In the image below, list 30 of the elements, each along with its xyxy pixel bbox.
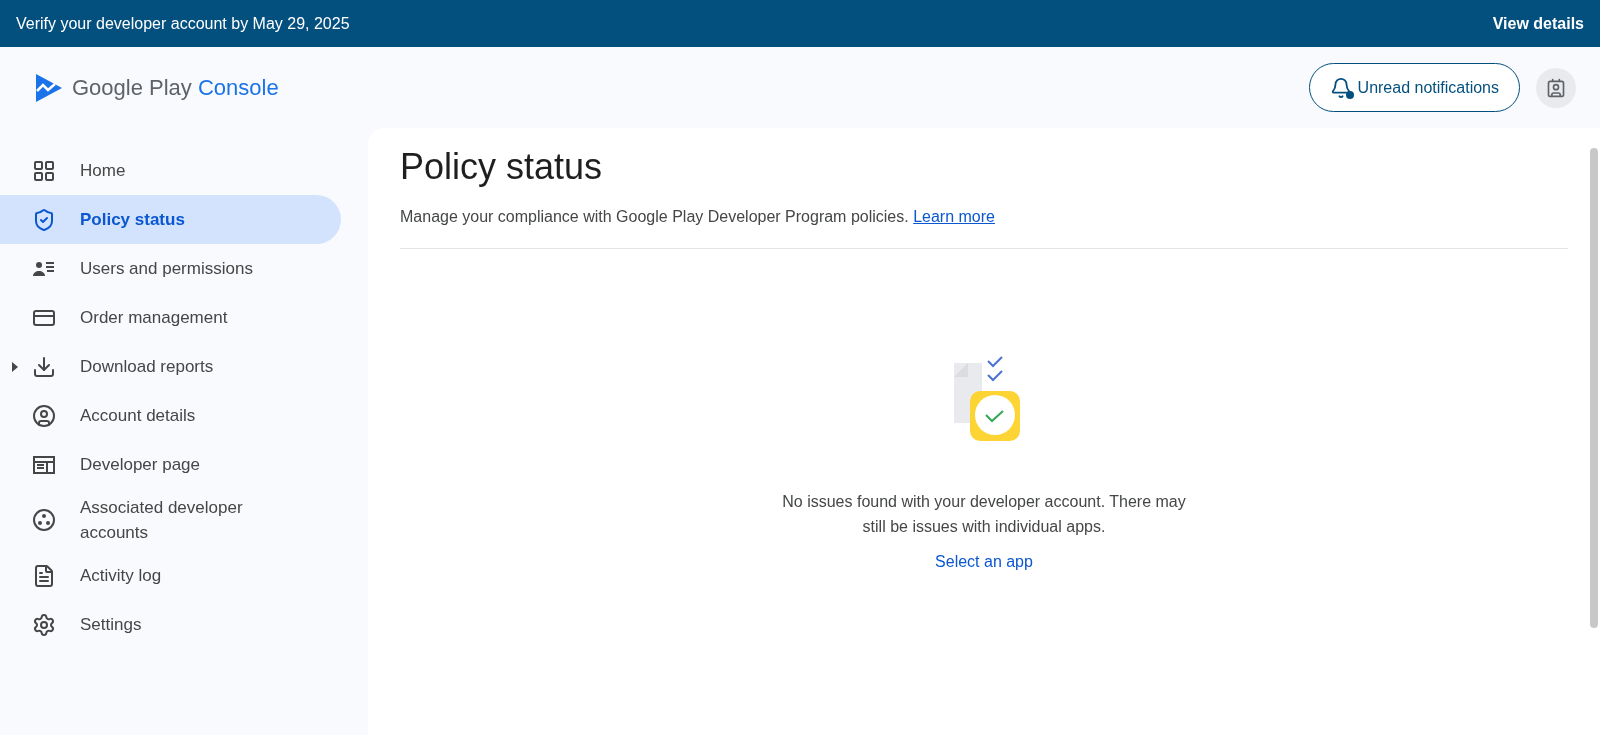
id-badge-icon — [1546, 77, 1566, 98]
select-app-link[interactable]: Select an app — [935, 553, 1033, 571]
nav-item[interactable]: Users and permissions — [0, 244, 341, 293]
page-description: Manage your compliance with Google Play Developer Program policies. Learn more — [400, 208, 1568, 249]
learn-more-link[interactable]: Learn more — [913, 208, 995, 225]
nav-item[interactable]: Policy status — [0, 195, 341, 244]
empty-state-message: No issues found with your developer account. There may still be issues with individual apps. — [781, 492, 1187, 537]
nav-item[interactable]: Home — [0, 146, 341, 195]
view-details-link[interactable]: View details — [1492, 14, 1584, 33]
nav-item[interactable]: Order management — [0, 293, 341, 342]
nav-item[interactable]: Activity log — [0, 551, 341, 600]
settings-icon — [32, 612, 56, 637]
account-button[interactable] — [1536, 67, 1576, 108]
caret-icon[interactable] — [11, 361, 19, 372]
nav-item[interactable]: Developer page — [0, 440, 341, 489]
shield-check-icon — [32, 207, 56, 232]
people-circle-icon — [32, 508, 56, 532]
scrollbar[interactable] — [1590, 148, 1598, 628]
nav-item[interactable]: Settings — [0, 600, 341, 649]
notifications-button[interactable]: Unread notifications — [1308, 63, 1520, 112]
document-icon — [32, 563, 56, 588]
account-circle-icon — [32, 403, 56, 428]
download-icon — [32, 354, 56, 379]
nav-item[interactable]: Associated developer accounts — [0, 489, 341, 551]
logo-text: Google Play Console — [72, 74, 279, 101]
grid-icon — [32, 158, 56, 183]
nav-item[interactable]: Download reports — [0, 342, 341, 391]
page-title: Policy status — [400, 146, 604, 188]
banner-message: Verify your developer account by May 29, 2025 — [16, 14, 350, 33]
nav-item[interactable]: Account details — [0, 391, 341, 440]
